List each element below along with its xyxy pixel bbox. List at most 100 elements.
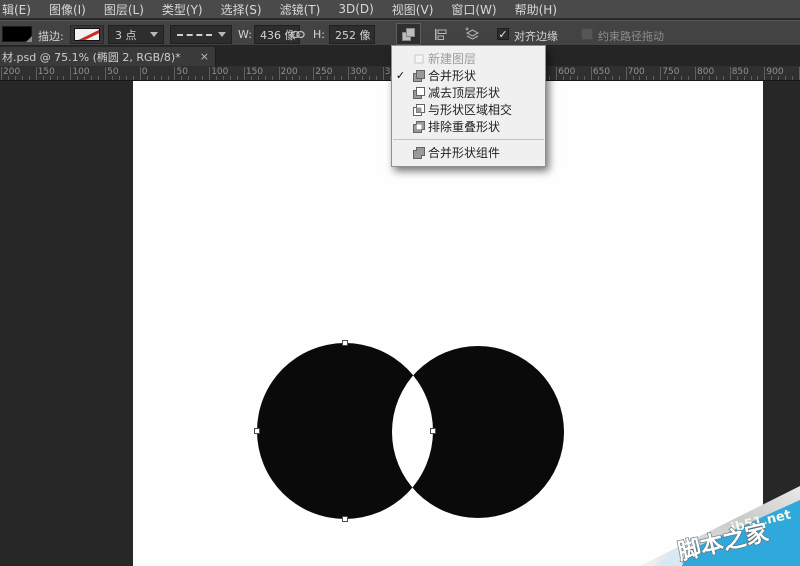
menu-item-intersect-shape-areas[interactable]: 与形状区域相交 — [392, 101, 545, 118]
height-input[interactable]: 252 像 — [329, 25, 375, 44]
menu-bar: 辑(E) 图像(I) 图层(L) 类型(Y) 选择(S) 滤镜(T) 3D(D)… — [0, 0, 800, 19]
menu-image[interactable]: 图像(I) — [40, 1, 95, 18]
new-layer-icon — [409, 52, 428, 66]
ruler-tick — [244, 67, 245, 80]
menu-type[interactable]: 类型(Y) — [153, 1, 212, 18]
ruler-tick — [91, 76, 92, 80]
chevron-down-icon — [150, 32, 158, 37]
ruler-tick — [785, 76, 786, 80]
ruler-label: 300 — [350, 67, 367, 77]
align-edges-checkbox[interactable]: ✓ — [497, 28, 509, 40]
ruler-tick — [188, 76, 189, 80]
watermark: jb51.net 脚本之家 — [640, 486, 800, 566]
ruler-tick — [591, 67, 592, 80]
dashed-line-icon — [177, 34, 212, 36]
ruler-tick — [161, 76, 162, 80]
ruler-tick — [688, 76, 689, 80]
ruler-label: 50 — [177, 67, 188, 77]
ruler-tick — [764, 67, 765, 80]
ruler-tick — [29, 76, 30, 80]
ruler-label: 700 — [628, 67, 645, 77]
ruler-tick — [653, 76, 654, 80]
menu-edit[interactable]: 辑(E) — [0, 1, 40, 18]
close-icon[interactable]: × — [200, 50, 209, 63]
ruler-tick — [577, 76, 578, 80]
menu-item-merge-shapes[interactable]: ✓ 合并形状 — [392, 67, 545, 84]
menu-item-subtract-front-shape[interactable]: 减去顶层形状 — [392, 84, 545, 101]
ruler-tick — [63, 76, 64, 80]
menu-help[interactable]: 帮助(H) — [506, 1, 566, 18]
ruler-tick — [22, 76, 23, 80]
ruler-tick — [265, 76, 266, 80]
overlapping-squares-icon — [401, 27, 416, 42]
ruler-tick — [348, 67, 349, 80]
path-arrange-button[interactable] — [460, 23, 485, 45]
ruler-tick — [174, 67, 175, 80]
path-operations-menu: 新建图层 ✓ 合并形状 减去顶层形状 — [391, 45, 546, 167]
anchor-point-bottom[interactable] — [343, 517, 348, 522]
ruler-label: 50 — [107, 67, 118, 77]
ruler-tick — [716, 76, 717, 80]
fill-color-swatch[interactable] — [2, 26, 32, 42]
shape-canvas[interactable] — [240, 330, 580, 545]
ruler-tick — [299, 76, 300, 80]
link-dimensions-icon[interactable] — [291, 30, 305, 39]
ruler-tick — [1, 67, 2, 80]
ruler-label: 150 — [38, 67, 55, 77]
ruler-tick — [376, 76, 377, 80]
height-label: H: — [313, 28, 325, 41]
ruler-tick — [751, 76, 752, 80]
ruler-tick — [133, 76, 134, 80]
menu-separator — [393, 139, 544, 140]
ruler-tick — [126, 76, 127, 80]
ruler-tick — [341, 76, 342, 80]
path-alignment-button[interactable] — [428, 23, 453, 45]
ruler-label: 750 — [662, 67, 679, 77]
ruler-tick — [334, 76, 335, 80]
ruler-label: 250 — [315, 67, 332, 77]
ruler-tick — [230, 76, 231, 80]
anchor-point-right[interactable] — [431, 429, 436, 434]
align-edges-label: 对齐边缘 — [514, 28, 558, 44]
menu-item-exclude-overlapping-shapes[interactable]: 排除重叠形状 — [392, 118, 545, 135]
ruler-tick — [723, 76, 724, 80]
stroke-type-dropdown[interactable] — [170, 25, 232, 44]
stroke-label: 描边: — [38, 28, 64, 44]
path-operations-button[interactable] — [396, 23, 421, 45]
menu-window[interactable]: 窗口(W) — [442, 1, 505, 18]
menu-item-merge-shape-components[interactable]: 合并形状组件 — [392, 144, 545, 161]
ruler-tick — [202, 76, 203, 80]
subtract-front-shape-icon — [409, 86, 428, 100]
ruler-label: 100 — [211, 67, 228, 77]
menu-3d[interactable]: 3D(D) — [329, 2, 382, 16]
stroke-color-swatch[interactable] — [70, 25, 104, 44]
menu-item-new-layer: 新建图层 — [392, 50, 545, 67]
anchor-point-top[interactable] — [343, 341, 348, 346]
chevron-down-icon — [218, 32, 226, 37]
ruler-tick — [98, 76, 99, 80]
ruler-label: 850 — [732, 67, 749, 77]
ruler-tick — [105, 67, 106, 80]
stroke-width-dropdown[interactable]: 3 点 — [108, 25, 164, 44]
constrain-path-checkbox — [581, 28, 593, 40]
anchor-point-left[interactable] — [255, 429, 260, 434]
menu-select[interactable]: 选择(S) — [212, 1, 271, 18]
ruler-label: 600 — [558, 67, 575, 77]
ruler-tick — [612, 76, 613, 80]
ruler-label: 150 — [246, 67, 263, 77]
ruler-tick — [549, 76, 550, 80]
ruler-tick — [306, 76, 307, 80]
photoshop-window: 辑(E) 图像(I) 图层(L) 类型(Y) 选择(S) 滤镜(T) 3D(D)… — [0, 0, 800, 566]
ruler-tick — [57, 76, 58, 80]
menu-view[interactable]: 视图(V) — [383, 1, 443, 18]
align-icon — [433, 27, 448, 42]
stroke-width-value: 3 点 — [109, 27, 150, 43]
ruler-tick — [556, 67, 557, 80]
menu-filter[interactable]: 滤镜(T) — [271, 1, 330, 18]
ruler-tick — [792, 76, 793, 80]
ruler-tick — [313, 67, 314, 80]
ruler-tick — [584, 76, 585, 80]
document-tab[interactable]: 材.psd @ 75.1% (椭圆 2, RGB/8)* × — [0, 47, 216, 66]
menu-layer[interactable]: 图层(L) — [95, 1, 153, 18]
ruler-tick — [757, 76, 758, 80]
